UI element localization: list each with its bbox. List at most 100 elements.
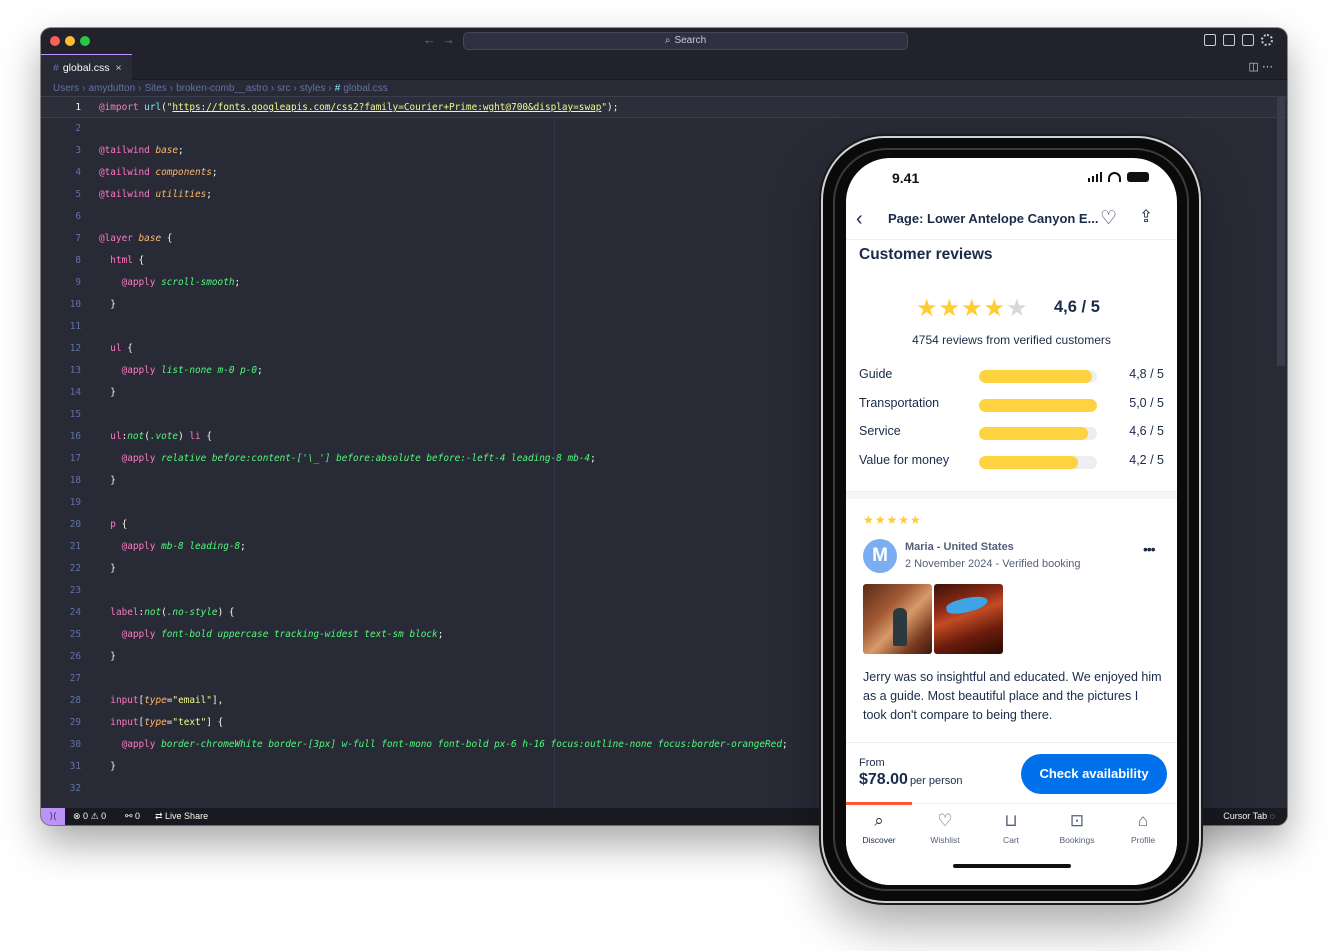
tab-wishlist[interactable]: ♡ Wishlist [912,810,978,845]
rating-value: 4,2 / 5 [1129,453,1164,467]
breadcrumb-file[interactable]: global.css [343,83,387,94]
reviews-content[interactable]: Customer reviews ★★★★★ 4,6 / 5 4754 revi… [846,241,1177,741]
search-icon: ⌕ [664,35,671,46]
review-photo[interactable] [934,584,1003,654]
check-availability-button[interactable]: Check availability [1021,754,1167,794]
code-line[interactable]: 2 [41,118,1287,140]
line-number: 15 [69,409,81,420]
warning-count: 0 [101,811,107,821]
price-from-label: From [859,757,885,769]
review-photo[interactable] [863,584,932,654]
rating-value: 4,6 / 5 [1129,424,1164,438]
toggle-sidebar-icon[interactable] [1204,34,1216,46]
tab-discover[interactable]: ⌕ Discover [846,810,912,845]
minimize-window-button[interactable] [65,36,75,46]
rating-row-transportation: Transportation 5,0 / 5 [859,394,1164,414]
layout-controls [1204,34,1273,46]
rating-row-service: Service 4,6 / 5 [859,422,1164,442]
cursor-tab-indicator[interactable]: Cursor Tab ◌ [1223,808,1275,825]
review-text: Jerry was so insightful and educated. We… [863,670,1162,722]
line-number: 26 [69,651,81,662]
editor-scrollbar[interactable] [1277,96,1285,366]
toggle-panel-icon[interactable] [1223,34,1235,46]
line-number: 22 [69,563,81,574]
review-meta: 2 November 2024 - Verified booking [905,558,1081,570]
overall-stars-icon: ★★★★★ [916,295,1029,322]
breadcrumb-item[interactable]: amydutton [88,83,135,94]
cart-icon: ⊔ [1004,811,1018,830]
line-number: 8 [75,255,81,266]
gear-icon[interactable] [1261,34,1273,46]
line-number: 29 [69,717,81,728]
tab-bookings[interactable]: ⊡ Bookings [1044,810,1110,845]
line-number: 12 [69,343,81,354]
search-label: Search [674,35,707,46]
breadcrumb-item[interactable]: broken-comb__astro [176,83,268,94]
rating-value: 5,0 / 5 [1129,396,1164,410]
line-number: 5 [75,189,81,200]
line-number: 4 [75,167,81,178]
nav-arrows[interactable]: ←→ [423,32,461,47]
ports-count: 0 [135,811,141,821]
line-number: 2 [75,123,81,134]
css-file-icon: # [334,83,341,94]
page-header: ‹ Page: Lower Antelope Canyon E... ♡ ⇪ [846,202,1177,240]
line-number: 19 [69,497,81,508]
live-share-button[interactable]: ⇄ Live Share [155,808,208,825]
wifi-icon [1108,172,1121,182]
breadcrumb-item[interactable]: Users [53,83,79,94]
breadcrumb-item[interactable]: styles [300,83,326,94]
tab-global-css[interactable]: # global.css × [41,54,132,80]
breadcrumb-item[interactable]: src [277,83,290,94]
close-window-button[interactable] [50,36,60,46]
status-icons [1087,172,1149,182]
bell-icon[interactable]: ◌ [1270,811,1275,821]
price: $78.00 per person [859,771,963,789]
breadcrumb: Users › amydutton › Sites › broken-comb__astro… [53,83,388,94]
wishlist-heart-icon[interactable]: ♡ [1100,207,1117,230]
rating-bar-fill [979,370,1093,383]
back-chevron-icon[interactable]: ‹ [856,208,863,231]
tab-label: Discover [862,835,896,845]
line-number: 27 [69,673,81,684]
ports-indicator[interactable]: ⚯ 0 [125,808,140,825]
line-number: 6 [75,211,81,222]
line-number: 16 [69,431,81,442]
line-number: 13 [69,365,81,376]
signal-icon [1087,172,1102,182]
more-options-icon[interactable]: ••• [1143,541,1156,557]
rating-label: Transportation [859,396,940,410]
overall-score: 4,6 / 5 [1054,298,1100,316]
rating-bar [979,427,1097,440]
rating-bar-fill [979,399,1097,412]
problems-indicator[interactable]: ⊗ 0 ⚠ 0 [73,808,106,825]
error-count: 0 [83,811,89,821]
line-number: 11 [69,321,81,332]
command-search-box[interactable]: ⌕ Search [463,32,908,50]
status-time: 9.41 [892,170,920,186]
maximize-window-button[interactable] [80,36,90,46]
code-line[interactable]: 1 @import url("https://fonts.googleapis.c… [41,96,1287,118]
battery-icon [1127,172,1149,182]
line-number: 28 [69,695,81,706]
close-tab-icon[interactable]: × [116,62,122,74]
reviewer-name: Maria - United States [905,541,1014,553]
rating-row-value-for-money: Value for money 4,2 / 5 [859,451,1164,471]
line-number: 21 [69,541,81,552]
tab-label: global.css [62,62,110,74]
line-number: 30 [69,739,81,750]
line-number: 18 [69,475,81,486]
phone-mockup: 9.41 ‹ Page: Lower Antelope Canyon E... … [823,138,1199,901]
remote-indicator[interactable]: ⟩⟨ [41,808,65,825]
toggle-secondary-sidebar-icon[interactable] [1242,34,1254,46]
line-number: 14 [69,387,81,398]
heart-icon: ♡ [937,811,953,830]
tab-profile[interactable]: ⌂ Profile [1110,810,1176,845]
share-icon[interactable]: ⇪ [1139,207,1153,227]
editor-actions[interactable]: ◫ ⋯ [1249,60,1273,73]
line-number: 23 [69,585,81,596]
rating-bar [979,399,1097,412]
breadcrumb-item[interactable]: Sites [145,83,167,94]
tab-cart[interactable]: ⊔ Cart [978,810,1044,845]
rating-row-guide: Guide 4,8 / 5 [859,365,1164,385]
